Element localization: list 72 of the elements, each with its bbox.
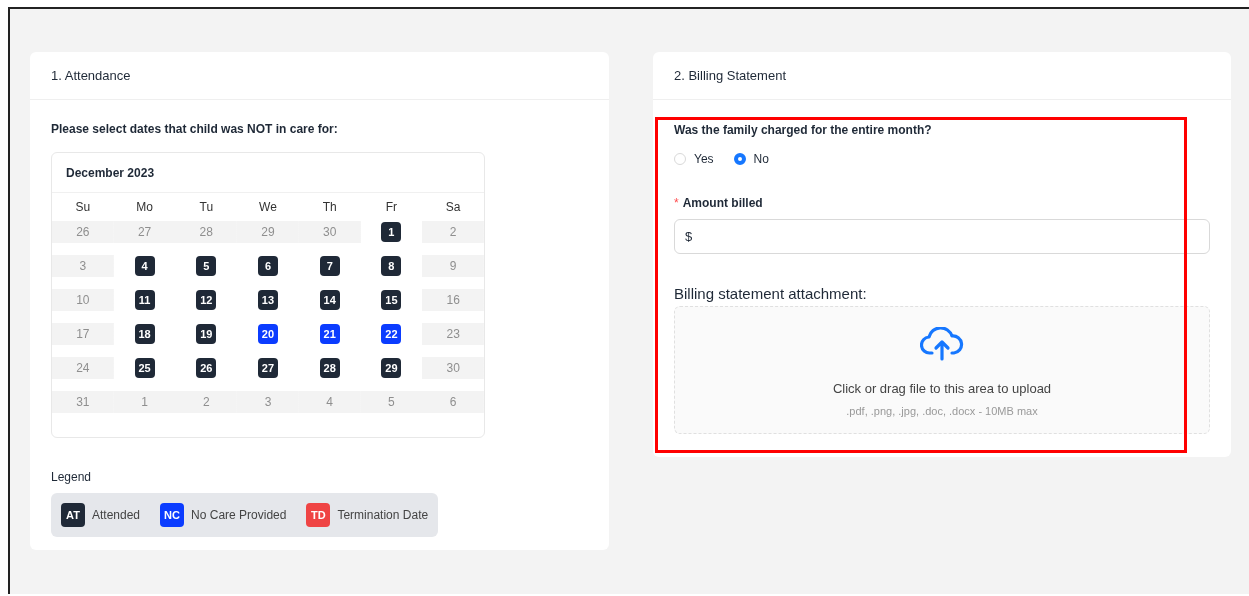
calendar-prompt: Please select dates that child was NOT in care for: <box>51 122 339 136</box>
weekday-label: Tu <box>198 199 215 216</box>
disabled-date: 4 <box>326 394 334 411</box>
attachment-label: Billing statement attachment: <box>674 285 868 302</box>
disabled-date: 30 <box>323 224 337 241</box>
card-title: 2. Billing Statement <box>674 68 786 83</box>
date-badge[interactable]: 6 <box>258 256 278 276</box>
upload-dropzone[interactable]: Click or drag file to this area to upload .pdf, .png, .jpg, .doc, .docx - 10MB max <box>674 306 1210 434</box>
disabled-date: 23 <box>446 326 460 343</box>
disabled-date: 5 <box>388 394 395 411</box>
disabled-date: 1 <box>141 394 148 411</box>
date-badge[interactable]: 18 <box>134 324 155 344</box>
month-title: December 2023 <box>66 165 155 180</box>
date-badge[interactable]: 27 <box>258 358 278 378</box>
legend-badge: AT <box>61 503 85 527</box>
date-badge[interactable]: 8 <box>381 256 402 276</box>
upload-cloud-icon <box>920 327 964 361</box>
date-badge[interactable]: 12 <box>196 290 217 310</box>
date-badge[interactable]: 28 <box>319 358 340 378</box>
date-badge[interactable]: 4 <box>134 256 155 276</box>
legend-badge: NC <box>160 503 185 527</box>
disabled-date: 9 <box>449 258 457 275</box>
legend-label: Termination Date <box>337 508 429 522</box>
disabled-date: 10 <box>76 292 90 309</box>
disabled-date: 17 <box>76 326 90 343</box>
date-badge[interactable]: 5 <box>196 256 217 276</box>
date-badge[interactable]: 15 <box>381 290 402 310</box>
disabled-date: 2 <box>202 394 210 411</box>
weekday-label: Fr <box>384 199 399 216</box>
date-badge[interactable]: 14 <box>319 290 340 310</box>
disabled-date: 30 <box>446 360 460 377</box>
date-badge[interactable]: 1 <box>381 222 402 242</box>
legend-badge: TD <box>306 503 331 527</box>
date-badge[interactable]: 7 <box>319 256 340 276</box>
upload-hint: Click or drag file to this area to upload <box>832 381 1052 396</box>
weekday-label: Su <box>74 199 92 216</box>
date-badge[interactable]: 22 <box>381 324 402 344</box>
radio-label[interactable]: Yes <box>694 152 714 166</box>
date-badge[interactable]: 21 <box>319 324 340 344</box>
disabled-date: 28 <box>199 224 213 241</box>
amount-field[interactable]: $ <box>674 219 1210 254</box>
disabled-date: 3 <box>264 394 272 411</box>
question-label: Was the family charged for the entire month? <box>674 123 933 137</box>
weekday-label: Mo <box>135 199 154 216</box>
disabled-date: 31 <box>76 394 90 411</box>
legend-label: Attended <box>92 508 141 522</box>
date-badge[interactable]: 26 <box>196 358 217 378</box>
disabled-date: 16 <box>446 292 460 309</box>
required-mark: * <box>674 196 679 210</box>
date-badge[interactable]: 29 <box>381 358 402 378</box>
disabled-date: 2 <box>449 224 457 241</box>
field-label: Amount billed <box>682 196 763 210</box>
file-format-note: .pdf, .png, .jpg, .doc, .docx - 10MB max <box>846 405 1038 417</box>
weekday-label: Sa <box>444 199 462 216</box>
date-badge[interactable]: 11 <box>134 290 155 310</box>
disabled-date: 27 <box>137 224 152 241</box>
date-badge[interactable]: 20 <box>258 324 278 344</box>
date-badge[interactable]: 19 <box>196 324 217 344</box>
disabled-date: 29 <box>261 224 275 241</box>
weekday-label: We <box>258 199 278 216</box>
date-badge[interactable]: 25 <box>134 358 155 378</box>
disabled-date: 26 <box>76 224 90 241</box>
disabled-date: 3 <box>79 258 87 275</box>
card-title: 1. Attendance <box>51 68 131 83</box>
radio-button[interactable] <box>733 153 746 165</box>
disabled-date: 6 <box>449 394 457 411</box>
date-badge[interactable]: 13 <box>258 290 278 310</box>
weekday-label: Th <box>321 199 338 216</box>
legend-title: Legend <box>51 470 93 484</box>
legend-label: No Care Provided <box>191 508 287 522</box>
radio-label[interactable]: No <box>753 152 769 166</box>
disabled-date: 24 <box>76 360 90 377</box>
